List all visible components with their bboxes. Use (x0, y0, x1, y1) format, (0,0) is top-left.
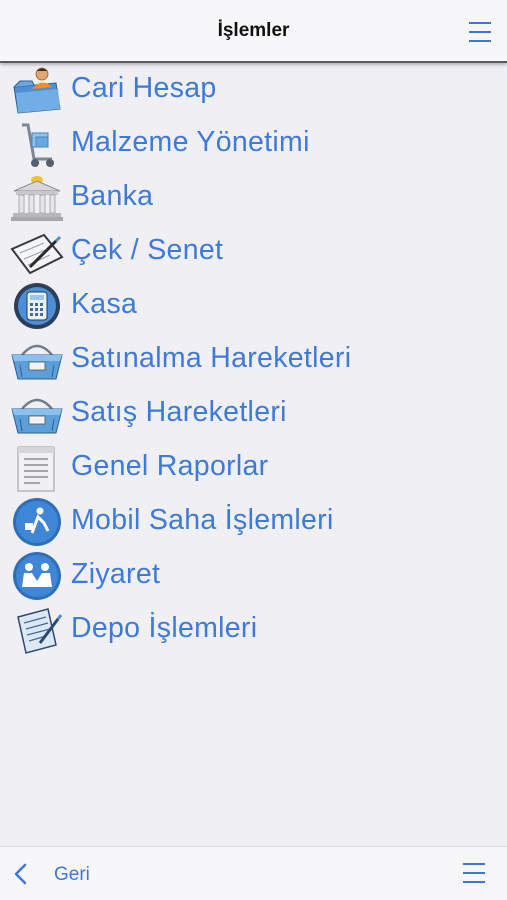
menu-item-cari-hesap[interactable]: Cari Hesap (0, 63, 507, 117)
hamburger-icon[interactable] (469, 22, 491, 42)
field-worker-icon (13, 498, 61, 546)
menu-item-cek-senet[interactable]: Çek / Senet (0, 225, 507, 279)
back-button[interactable]: Geri (54, 864, 90, 886)
clipboard-pen-icon (17, 608, 63, 654)
menu-item-satis-hareketleri[interactable]: Satış Hareketleri (0, 387, 507, 441)
calculator-icon (14, 283, 60, 329)
menu-item-label: Cari Hesap (71, 72, 217, 104)
page-title: İşlemler (217, 20, 290, 41)
menu-item-banka[interactable]: Banka (0, 171, 507, 225)
operations-menu-list: Cari Hesap Malzeme Yönetimi Banka Çek / … (0, 63, 507, 657)
menu-item-label: Banka (71, 180, 154, 212)
menu-item-kasa[interactable]: Kasa (0, 279, 507, 333)
bank-building-icon (11, 176, 63, 221)
menu-item-depo-islemleri[interactable]: Depo İşlemleri (0, 603, 507, 657)
menu-item-label: Mobil Saha İşlemleri (71, 504, 334, 536)
menu-item-label: Kasa (71, 288, 138, 320)
chevron-left-icon[interactable] (13, 863, 27, 885)
menu-item-label: Çek / Senet (71, 234, 224, 266)
shopping-basket-icon (11, 344, 63, 380)
menu-item-label: Satış Hareketleri (71, 396, 287, 428)
cheque-pen-icon (10, 233, 64, 275)
bottom-toolbar: Geri (0, 846, 507, 900)
menu-item-malzeme-yonetimi[interactable]: Malzeme Yönetimi (0, 117, 507, 171)
menu-item-label: Malzeme Yönetimi (71, 126, 310, 158)
menu-item-ziyaret[interactable]: Ziyaret (0, 549, 507, 603)
hamburger-icon[interactable] (463, 863, 485, 883)
navigation-bar: İşlemler (0, 0, 507, 63)
menu-item-satinalma-hareketleri[interactable]: Satınalma Hareketleri (0, 333, 507, 387)
hand-truck-icon (22, 123, 54, 167)
menu-item-label: Ziyaret (71, 558, 161, 590)
menu-item-label: Satınalma Hareketleri (71, 342, 352, 374)
menu-item-genel-raporlar[interactable]: Genel Raporlar (0, 441, 507, 495)
folder-person-icon (13, 67, 61, 114)
menu-item-label: Depo İşlemleri (71, 612, 258, 644)
menu-item-label: Genel Raporlar (71, 450, 269, 482)
shopping-basket-icon (11, 398, 63, 434)
menu-item-mobil-saha-islemleri[interactable]: Mobil Saha İşlemleri (0, 495, 507, 549)
report-document-icon (17, 446, 55, 492)
handshake-people-icon (13, 552, 61, 600)
